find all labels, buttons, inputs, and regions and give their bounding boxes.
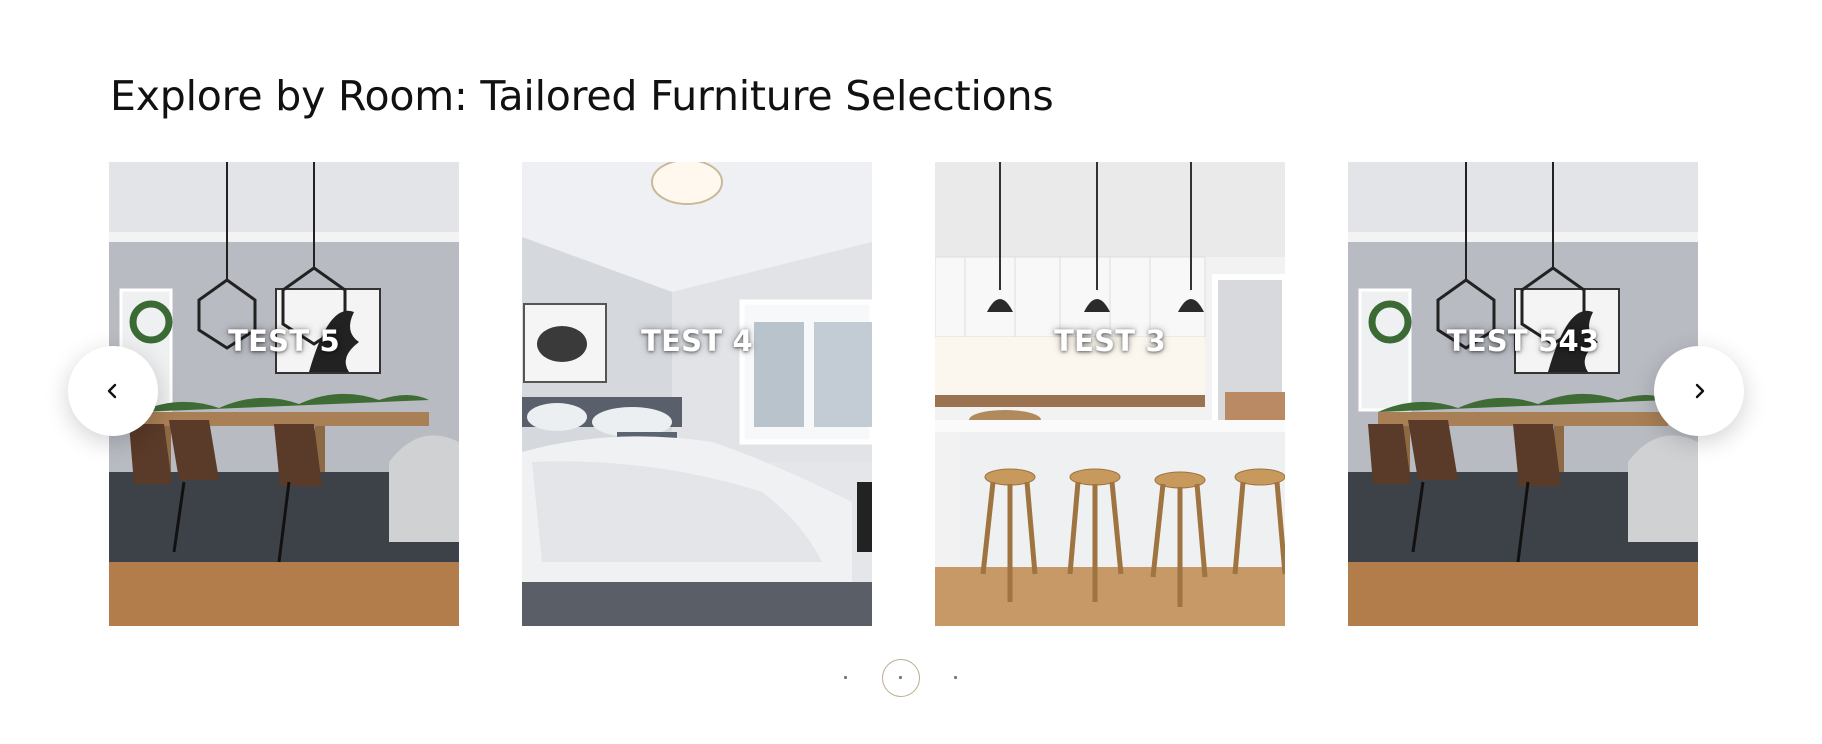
pagination-dot-1[interactable] (827, 659, 865, 697)
dining-room-image (109, 162, 459, 626)
room-card-label: TEST 543 (1446, 324, 1600, 358)
bedroom-image (522, 162, 872, 626)
carousel-next-button[interactable] (1654, 346, 1744, 436)
room-card-label: TEST 4 (641, 324, 753, 358)
room-card-test-3[interactable]: TEST 3 (935, 162, 1285, 626)
room-card-label: TEST 5 (228, 324, 340, 358)
pagination-dot-3[interactable] (937, 659, 975, 697)
kitchen-image (935, 162, 1285, 626)
carousel-prev-button[interactable] (68, 346, 158, 436)
room-card-test-543[interactable]: TEST 543 (1348, 162, 1698, 626)
chevron-left-icon (107, 383, 117, 399)
room-carousel: TEST 5 TEST 4 TEST 3 TEST 543 (0, 0, 1822, 744)
dining-room-image (1348, 162, 1698, 626)
room-card-label: TEST 3 (1054, 324, 1166, 358)
carousel-pagination (0, 659, 1822, 697)
chevron-right-icon (1695, 383, 1705, 399)
room-card-test-4[interactable]: TEST 4 (522, 162, 872, 626)
pagination-dot-2[interactable] (882, 659, 920, 697)
room-card-test-5[interactable]: TEST 5 (109, 162, 459, 626)
